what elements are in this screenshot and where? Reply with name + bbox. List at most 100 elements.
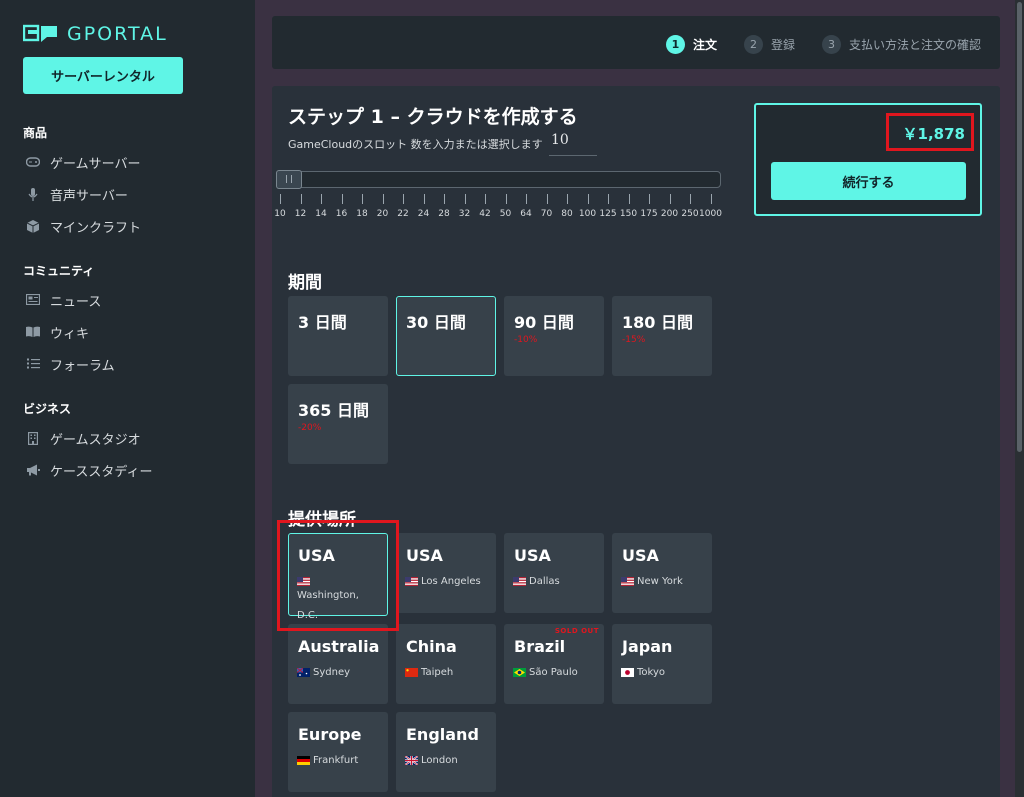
duration-option-90-days[interactable]: 90 日間 -10% — [504, 296, 604, 376]
location-option-los-angeles[interactable]: USA Los Angeles — [396, 533, 496, 613]
duration-option-3-days[interactable]: 3 日間 — [288, 296, 388, 376]
step-label: 注文 — [693, 38, 718, 52]
duration-label: 3 日間 — [298, 313, 347, 332]
location-option-sydney[interactable]: Australia Sydney — [288, 624, 388, 704]
brand-logo[interactable]: GPORTAL — [23, 23, 168, 45]
slider-tick-label[interactable]: 10 — [274, 209, 285, 219]
country-label: USA — [514, 546, 551, 565]
slider-tick-mark — [587, 194, 589, 204]
slider-tick-label[interactable]: 22 — [397, 209, 408, 219]
slider-tick-label[interactable]: 24 — [418, 209, 429, 219]
slider-tick-label[interactable]: 50 — [500, 209, 511, 219]
slider-tick-mark — [382, 194, 384, 204]
nav-item-game-server[interactable]: ゲームサーバー — [25, 153, 140, 172]
step-label: 支払い方法と注文の確認 — [849, 38, 982, 52]
slider-tick-mark — [300, 194, 302, 204]
slider-tick-label[interactable]: 125 — [599, 209, 616, 219]
slider-tick-label[interactable]: 250 — [681, 209, 698, 219]
nav-item-label: ニュース — [50, 295, 102, 310]
slider-tick-mark — [628, 194, 630, 204]
page-title: ステップ 1 – クラウドを作成する — [288, 106, 578, 128]
server-rental-button[interactable]: サーバーレンタル — [23, 57, 183, 94]
slider-tick-mark — [505, 194, 507, 204]
location-option-sao-paulo[interactable]: SOLD OUT Brazil São Paulo — [504, 624, 604, 704]
duration-option-30-days[interactable]: 30 日間 — [396, 296, 496, 376]
slider-tick-mark — [669, 194, 671, 204]
price-highlight-box — [886, 113, 974, 151]
gamepad-icon — [25, 156, 41, 170]
discount-label: -20% — [298, 423, 322, 433]
slider-tick-label[interactable]: 100 — [579, 209, 596, 219]
nav-item-forum[interactable]: フォーラム — [26, 355, 115, 374]
slot-count-input[interactable]: 10 — [549, 132, 597, 156]
slider-tick-mark — [546, 194, 548, 204]
slider-tick-label[interactable]: 70 — [541, 209, 552, 219]
step-label: 登録 — [771, 38, 796, 52]
slider-tick-label[interactable]: 18 — [356, 209, 367, 219]
location-option-tokyo[interactable]: Japan Tokyo — [612, 624, 712, 704]
country-label: USA — [622, 546, 659, 565]
gb-flag-icon — [405, 756, 418, 765]
slot-slider-track[interactable] — [276, 171, 721, 188]
city-label: Frankfurt — [313, 755, 359, 766]
slider-tick-mark — [649, 194, 650, 204]
nav-item-news[interactable]: ニュース — [25, 291, 102, 310]
slider-tick-label[interactable]: 32 — [459, 209, 470, 219]
nav-item-minecraft[interactable]: マインクラフト — [26, 217, 141, 236]
building-icon — [26, 431, 40, 446]
country-label: Australia — [298, 637, 380, 656]
country-label: China — [406, 637, 457, 656]
step-order[interactable]: 1 注文 — [666, 35, 717, 54]
sidebar: GPORTAL サーバーレンタル 商品 ゲームサーバー 音声サーバー マインクラ… — [0, 0, 255, 797]
slider-tick-label[interactable]: 16 — [336, 209, 347, 219]
nav-section-business: ビジネス — [23, 402, 72, 416]
slider-tick-label[interactable]: 42 — [479, 209, 490, 219]
step-register[interactable]: 2 登録 — [744, 35, 795, 54]
slider-tick-mark — [280, 194, 281, 204]
step-payment-confirm[interactable]: 3 支払い方法と注文の確認 — [822, 35, 981, 54]
newspaper-icon — [25, 293, 41, 308]
nav-item-label: ケーススタディー — [50, 465, 153, 480]
us-flag-icon — [621, 577, 634, 586]
slider-tick-label[interactable]: 150 — [620, 209, 637, 219]
slider-tick-mark — [567, 194, 568, 204]
au-flag-icon — [297, 668, 310, 677]
location-option-new-york[interactable]: USA New York — [612, 533, 712, 613]
duration-option-365-days[interactable]: 365 日間 -20% — [288, 384, 388, 464]
nav-item-wiki[interactable]: ウィキ — [26, 323, 89, 342]
slot-slider-handle[interactable] — [276, 170, 302, 189]
page-scrollbar[interactable] — [1015, 0, 1024, 797]
nav-item-game-studio[interactable]: ゲームスタジオ — [26, 429, 141, 448]
scrollbar-thumb[interactable] — [1017, 2, 1022, 452]
step-number: 3 — [822, 35, 841, 54]
us-flag-icon — [405, 577, 418, 586]
book-icon — [26, 326, 40, 340]
slider-tick-label[interactable]: 175 — [640, 209, 657, 219]
sold-out-badge: SOLD OUT — [554, 627, 599, 635]
slider-tick-label[interactable]: 28 — [438, 209, 449, 219]
duration-option-180-days[interactable]: 180 日間 -15% — [612, 296, 712, 376]
slider-tick-label[interactable]: 12 — [295, 209, 306, 219]
nav-item-label: ゲームスタジオ — [50, 433, 141, 448]
slider-tick-label[interactable]: 200 — [661, 209, 678, 219]
cube-icon — [26, 219, 40, 234]
discount-label: -10% — [514, 335, 538, 345]
location-option-dallas[interactable]: USA Dallas — [504, 533, 604, 613]
city-label: Los Angeles — [421, 576, 481, 587]
slider-tick-mark — [608, 194, 609, 204]
slider-tick-label[interactable]: 1000 — [699, 209, 722, 219]
nav-item-voice-server[interactable]: 音声サーバー — [26, 185, 128, 204]
slider-tick-label[interactable]: 14 — [315, 209, 326, 219]
slider-tick-label[interactable]: 80 — [561, 209, 572, 219]
location-option-london[interactable]: England London — [396, 712, 496, 792]
slider-tick-mark — [690, 194, 691, 204]
us-flag-icon — [513, 577, 526, 586]
nav-item-case-studies[interactable]: ケーススタディー — [26, 461, 152, 480]
city-label: Taipeh — [421, 667, 454, 678]
slider-tick-label[interactable]: 64 — [520, 209, 531, 219]
slider-tick-label[interactable]: 20 — [377, 209, 388, 219]
location-option-taipeh[interactable]: China Taipeh — [396, 624, 496, 704]
continue-button[interactable]: 続行する — [771, 162, 966, 200]
nav-section-community: コミュニティ — [23, 264, 95, 278]
location-option-frankfurt[interactable]: Europe Frankfurt — [288, 712, 388, 792]
